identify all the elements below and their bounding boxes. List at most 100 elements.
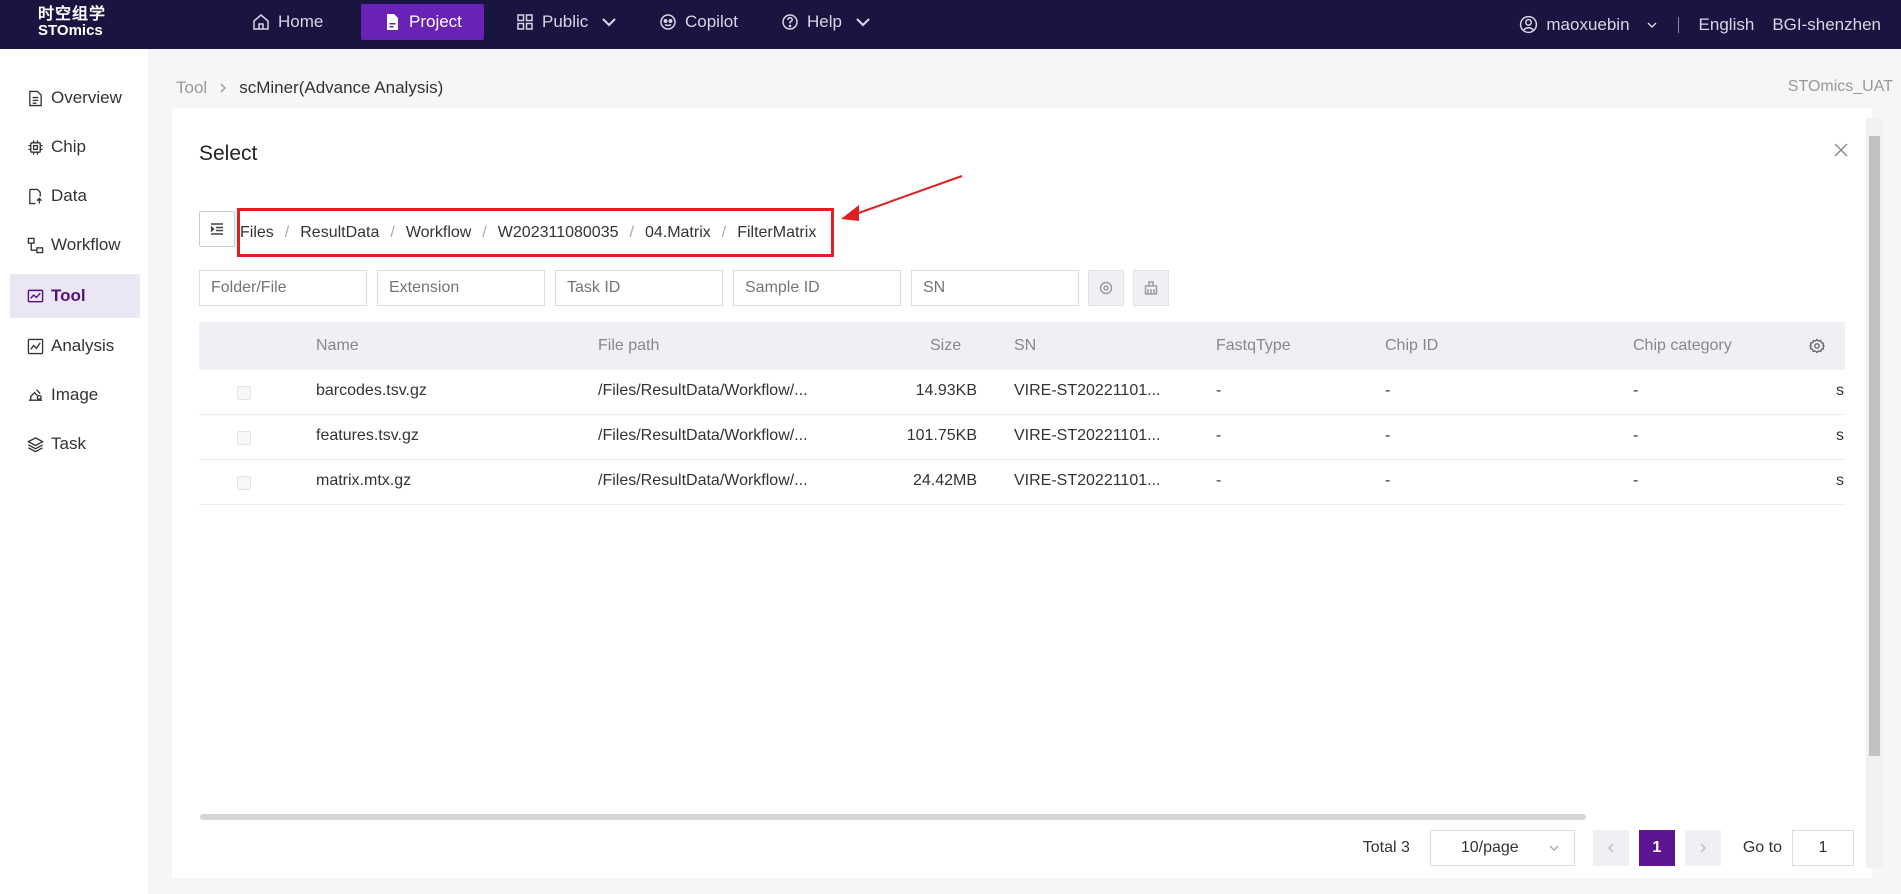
page-breadcrumb: Tool scMiner(Advance Analysis) [176, 78, 443, 98]
column-settings-icon[interactable] [1809, 338, 1825, 354]
nav-home-label: Home [278, 12, 324, 31]
sidebar-item-tool[interactable]: Tool [10, 274, 140, 318]
image-icon [28, 388, 43, 401]
tool-icon [27, 289, 44, 302]
top-nav-bar: 时空组学 STOmics Home Project Public Copilot… [0, 0, 1901, 49]
cell-chip-category: - [1633, 427, 1639, 444]
path-segment[interactable]: Workflow [406, 224, 472, 242]
sidebar-item-analysis[interactable]: Analysis [10, 324, 140, 368]
row-checkbox[interactable] [237, 476, 251, 490]
nav-project-label: Project [409, 12, 462, 31]
sidebar-item-image[interactable]: Image [10, 373, 140, 417]
cell-fastqtype: - [1216, 472, 1222, 489]
path-separator: / [629, 223, 634, 241]
analysis-icon [27, 338, 44, 354]
page-size-value: 10/page [1460, 839, 1519, 856]
environment-tag: STOmics_UAT [1787, 78, 1893, 95]
cell-file-path: /Files/ResultData/Workflow/... [598, 472, 808, 489]
total-count: Total 3 [1362, 839, 1410, 856]
sidebar-item-overview[interactable]: Overview [10, 76, 140, 120]
sidebar-item-label: Overview [51, 88, 122, 107]
nav-public[interactable]: Public [516, 4, 618, 40]
vertical-scrollbar-thumb[interactable] [1869, 136, 1880, 756]
sample-id-filter[interactable] [733, 270, 901, 306]
task-id-filter[interactable] [555, 270, 723, 306]
column-header-chip-id[interactable]: Chip ID [1385, 337, 1438, 355]
nav-help[interactable]: Help [781, 4, 872, 40]
column-header-chip-category[interactable]: Chip category [1633, 337, 1732, 355]
sidebar-item-label: Workflow [51, 235, 121, 254]
sidebar-item-label: Image [51, 385, 99, 404]
column-header-sn[interactable]: SN [1014, 337, 1036, 355]
sidebar-item-workflow[interactable]: Workflow [10, 223, 140, 267]
cell-truncated: s( [1836, 472, 1845, 489]
cell-sn: VIRE-ST20221101... [1014, 427, 1161, 444]
cell-size: 24.42MB [912, 472, 977, 489]
tree-toggle-button[interactable] [199, 211, 235, 247]
path-segment: FilterMatrix [737, 223, 817, 241]
cell-chip-category: - [1633, 382, 1639, 399]
file-table: Name File path Size SN FastqType Chip ID… [199, 322, 1845, 842]
sidebar-item-label: Chip [51, 137, 86, 156]
logo-cn: 时空组学 [38, 6, 107, 23]
copilot-icon [660, 14, 676, 30]
chevron-down-icon [856, 18, 870, 27]
row-checkbox[interactable] [237, 386, 251, 400]
sidebar-item-label: Data [51, 186, 87, 205]
table-row[interactable]: barcodes.tsv.gz /Files/ResultData/Workfl… [199, 370, 1845, 415]
sidebar-item-chip[interactable]: Chip [10, 125, 140, 169]
table-row[interactable]: features.tsv.gz /Files/ResultData/Workfl… [199, 415, 1845, 460]
cell-name: matrix.mtx.gz [316, 472, 412, 489]
next-page-button[interactable] [1684, 830, 1721, 866]
path-segment[interactable]: 04.Matrix [645, 224, 711, 242]
folder-file-filter[interactable] [199, 270, 367, 306]
broom-icon [1144, 281, 1158, 295]
cell-sn: VIRE-ST20221101... [1014, 382, 1161, 399]
path-segment[interactable]: Files [240, 224, 274, 242]
select-file-modal: Select Files / ResultData / Workflow / W… [172, 108, 1872, 878]
cell-chip-category: - [1633, 472, 1639, 489]
column-header-file-path[interactable]: File path [598, 337, 659, 355]
path-segment[interactable]: W202311080035 [498, 224, 619, 242]
sidebar-item-task[interactable]: Task [10, 422, 140, 466]
sidebar-item-data[interactable]: Data [10, 174, 140, 218]
column-header-fastqtype[interactable]: FastqType [1216, 337, 1291, 355]
prev-page-button[interactable] [1592, 830, 1629, 866]
sidebar-item-label: Task [51, 434, 86, 453]
path-segment[interactable]: ResultData [300, 224, 379, 242]
org-name[interactable]: BGI-shenzhen [1772, 15, 1881, 35]
data-icon [29, 188, 43, 204]
user-menu[interactable]: maoxuebin [1519, 15, 1657, 35]
clear-button[interactable] [1133, 270, 1169, 306]
pagination: Total 3 10/page 1 Go to 1 [1363, 830, 1854, 866]
horizontal-scrollbar[interactable] [200, 814, 1586, 820]
language-switch[interactable]: English [1699, 15, 1755, 35]
search-button[interactable] [1088, 270, 1124, 306]
extension-filter[interactable] [377, 270, 545, 306]
chevron-right-icon [1700, 843, 1706, 853]
nav-home[interactable]: Home [252, 4, 323, 40]
table-row[interactable]: matrix.mtx.gz /Files/ResultData/Workflow… [199, 460, 1845, 505]
path-separator: / [721, 223, 727, 241]
nav-project[interactable]: Project [361, 4, 484, 40]
top-right-group: maoxuebin English BGI-shenzhen [1519, 0, 1881, 49]
page-size-select[interactable]: 10/page [1429, 830, 1575, 866]
nav-copilot[interactable]: Copilot [659, 4, 738, 40]
cell-fastqtype: - [1216, 427, 1222, 444]
goto-page-input[interactable]: 1 [1792, 830, 1854, 866]
logo[interactable]: 时空组学 STOmics [38, 7, 112, 41]
column-header-name[interactable]: Name [316, 337, 359, 355]
sidebar-item-label: Analysis [51, 336, 115, 355]
indent-icon [210, 223, 223, 235]
cell-name: barcodes.tsv.gz [316, 382, 427, 399]
sn-filter[interactable] [911, 270, 1079, 306]
cell-sn: VIRE-ST20221101... [1014, 472, 1161, 489]
row-checkbox[interactable] [237, 431, 251, 445]
breadcrumb-root[interactable]: Tool [176, 78, 207, 98]
help-icon [782, 14, 798, 30]
page-number-button[interactable]: 1 [1638, 830, 1675, 866]
chevron-down-icon [1549, 845, 1559, 851]
breadcrumb-current: scMiner(Advance Analysis) [239, 78, 444, 97]
column-header-size[interactable]: Size [930, 337, 961, 355]
close-icon[interactable] [1832, 141, 1850, 159]
